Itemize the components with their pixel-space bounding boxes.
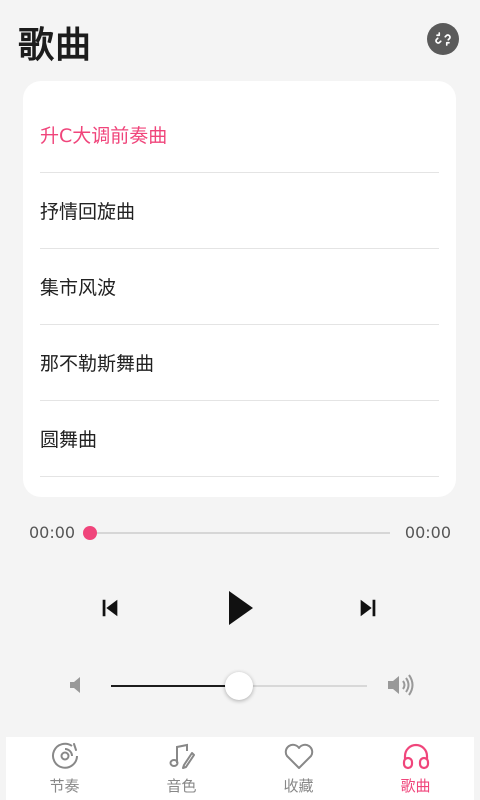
skip-previous-icon: [102, 599, 118, 617]
volume-high-button[interactable]: [386, 672, 416, 702]
song-title: 那不勒斯舞曲: [40, 353, 155, 375]
tab-favorites[interactable]: 收藏: [240, 737, 357, 800]
song-item[interactable]: 抒情回旋曲: [40, 173, 439, 249]
disc-icon: [51, 742, 78, 769]
bottom-tab-bar: 节奏 音色 收藏 歌曲: [6, 737, 474, 800]
headphones-icon: [402, 743, 429, 770]
progress-row: 00:00 00:00: [0, 518, 480, 548]
volume-row: [0, 668, 480, 704]
play-icon: [229, 591, 253, 625]
header: 歌曲: [0, 0, 480, 80]
page-title: 歌曲: [18, 25, 93, 66]
current-time: 00:00: [29, 523, 76, 542]
song-list: 升C大调前奏曲 抒情回旋曲 集市风波 那不勒斯舞曲 圆舞曲: [40, 97, 439, 477]
next-button[interactable]: [354, 594, 382, 622]
song-item[interactable]: 升C大调前奏曲: [40, 97, 439, 173]
heart-icon: [284, 743, 313, 769]
volume-slider[interactable]: [111, 672, 367, 700]
volume-low-icon: [70, 677, 80, 693]
song-title: 升C大调前奏曲: [40, 125, 168, 147]
tab-label: 歌曲: [400, 777, 431, 795]
song-item[interactable]: 那不勒斯舞曲: [40, 325, 439, 401]
song-item[interactable]: 集市风波: [40, 249, 439, 325]
song-title: 集市风波: [40, 277, 117, 299]
volume-fill: [111, 685, 239, 687]
tab-label: 节奏: [49, 777, 80, 795]
tab-rhythm[interactable]: 节奏: [6, 737, 123, 800]
play-button[interactable]: [220, 588, 260, 628]
song-title: 圆舞曲: [40, 429, 98, 451]
song-item[interactable]: 圆舞曲: [40, 401, 439, 477]
playback-controls: [0, 580, 480, 636]
tab-label: 音色: [166, 777, 197, 795]
total-time: 00:00: [404, 523, 451, 542]
previous-button[interactable]: [96, 594, 124, 622]
tab-timbre[interactable]: 音色: [123, 737, 240, 800]
volume-high-icon: [388, 674, 414, 696]
tab-label: 收藏: [283, 777, 314, 795]
song-title: 抒情回旋曲: [40, 201, 136, 223]
music-note-icon: [169, 743, 195, 769]
skip-next-icon: [360, 599, 376, 617]
song-list-card: 升C大调前奏曲 抒情回旋曲 集市风波 那不勒斯舞曲 圆舞曲: [23, 81, 456, 497]
volume-thumb[interactable]: [225, 672, 253, 700]
progress-thumb[interactable]: [83, 526, 97, 540]
volume-low-button[interactable]: [68, 674, 84, 700]
unlink-button[interactable]: [427, 23, 459, 55]
progress-slider[interactable]: [83, 526, 390, 540]
tab-songs[interactable]: 歌曲: [357, 737, 474, 800]
unlink-icon: [435, 32, 451, 46]
